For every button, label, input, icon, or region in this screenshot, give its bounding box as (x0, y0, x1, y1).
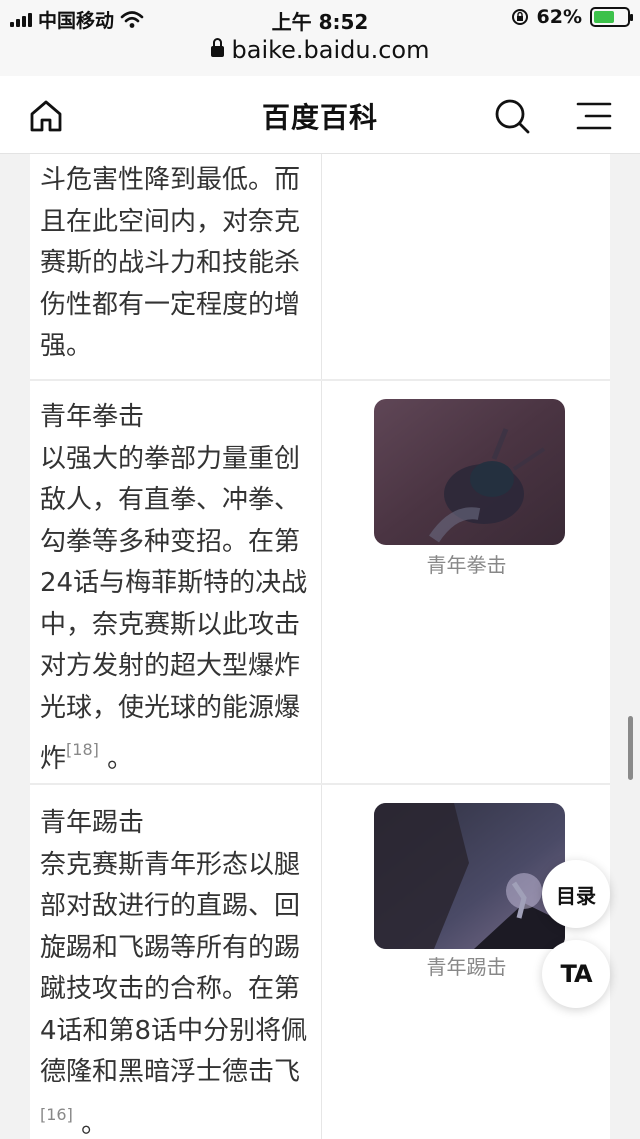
page-title: 百度百科 (261, 101, 378, 134)
status-bar: 中国移动 上午 8:52 62% (0, 0, 640, 36)
row-text: 斗危害性降到最低。而且在此空间内，对奈克赛斯的战斗力和技能杀伤性都有一定程度的增… (40, 165, 301, 361)
reference-link[interactable]: [18] (66, 740, 99, 759)
url-domain: baike.baidu.com (231, 36, 430, 64)
ta-button[interactable]: TA (542, 940, 610, 1008)
youth-kick-image (374, 803, 565, 949)
table-cell-text: 斗危害性降到最低。而且在此空间内，对奈克赛斯的战斗力和技能杀伤性都有一定程度的增… (30, 154, 322, 379)
image-caption: 青年拳击 (426, 553, 507, 577)
table-cell-text: 青年踢击 奈克赛斯青年形态以腿部对敌进行的直踢、回旋踢和飞踢等所有的踢蹴技攻击的… (30, 785, 322, 1139)
row-tail: 。 (98, 744, 134, 774)
url-bar[interactable]: baike.baidu.com (0, 36, 640, 76)
battery-fill (594, 11, 614, 23)
table-row: 青年拳击 以强大的拳部力量重创敌人，有直拳、冲拳、勾拳等多种变招。在第24话与梅… (30, 381, 610, 785)
skills-table: 斗危害性降到最低。而且在此空间内，对奈克赛斯的战斗力和技能杀伤性都有一定程度的增… (30, 154, 610, 1139)
table-cell-text: 青年拳击 以强大的拳部力量重创敌人，有直拳、冲拳、勾拳等多种变招。在第24话与梅… (30, 381, 322, 783)
table-cell-image: 青年拳击 (323, 381, 610, 783)
youth-punch-image (374, 399, 565, 545)
search-icon[interactable] (492, 96, 532, 136)
table-row: 斗危害性降到最低。而且在此空间内，对奈克赛斯的战斗力和技能杀伤性都有一定程度的增… (30, 154, 610, 381)
skill-image[interactable] (374, 803, 565, 949)
status-right: 62% (511, 6, 633, 28)
reference-link[interactable]: [16] (40, 1105, 73, 1124)
rotation-lock-icon (511, 9, 528, 25)
row-heading: 青年踢击 (40, 808, 145, 838)
table-row: 青年踢击 奈克赛斯青年形态以腿部对敌进行的直踢、回旋踢和飞踢等所有的踢蹴技攻击的… (30, 785, 610, 1139)
row-text: 奈克赛斯青年形态以腿部对敌进行的直踢、回旋踢和飞踢等所有的踢蹴技攻击的合称。在第… (40, 849, 308, 1088)
skill-image[interactable] (374, 399, 565, 545)
toc-button[interactable]: 目录 (542, 860, 610, 928)
lock-icon (210, 38, 224, 57)
table-cell-image (323, 154, 610, 379)
site-header: 百度百科 (0, 76, 640, 154)
row-tail: 。 (72, 1108, 108, 1139)
scrollbar[interactable] (628, 716, 633, 780)
menu-icon[interactable] (574, 96, 614, 136)
battery-icon (590, 7, 633, 27)
battery-percent: 62% (536, 6, 582, 28)
row-text: 以强大的拳部力量重创敌人，有直拳、冲拳、勾拳等多种变招。在第24话与梅菲斯特的决… (40, 443, 308, 775)
row-heading: 青年拳击 (40, 402, 145, 432)
